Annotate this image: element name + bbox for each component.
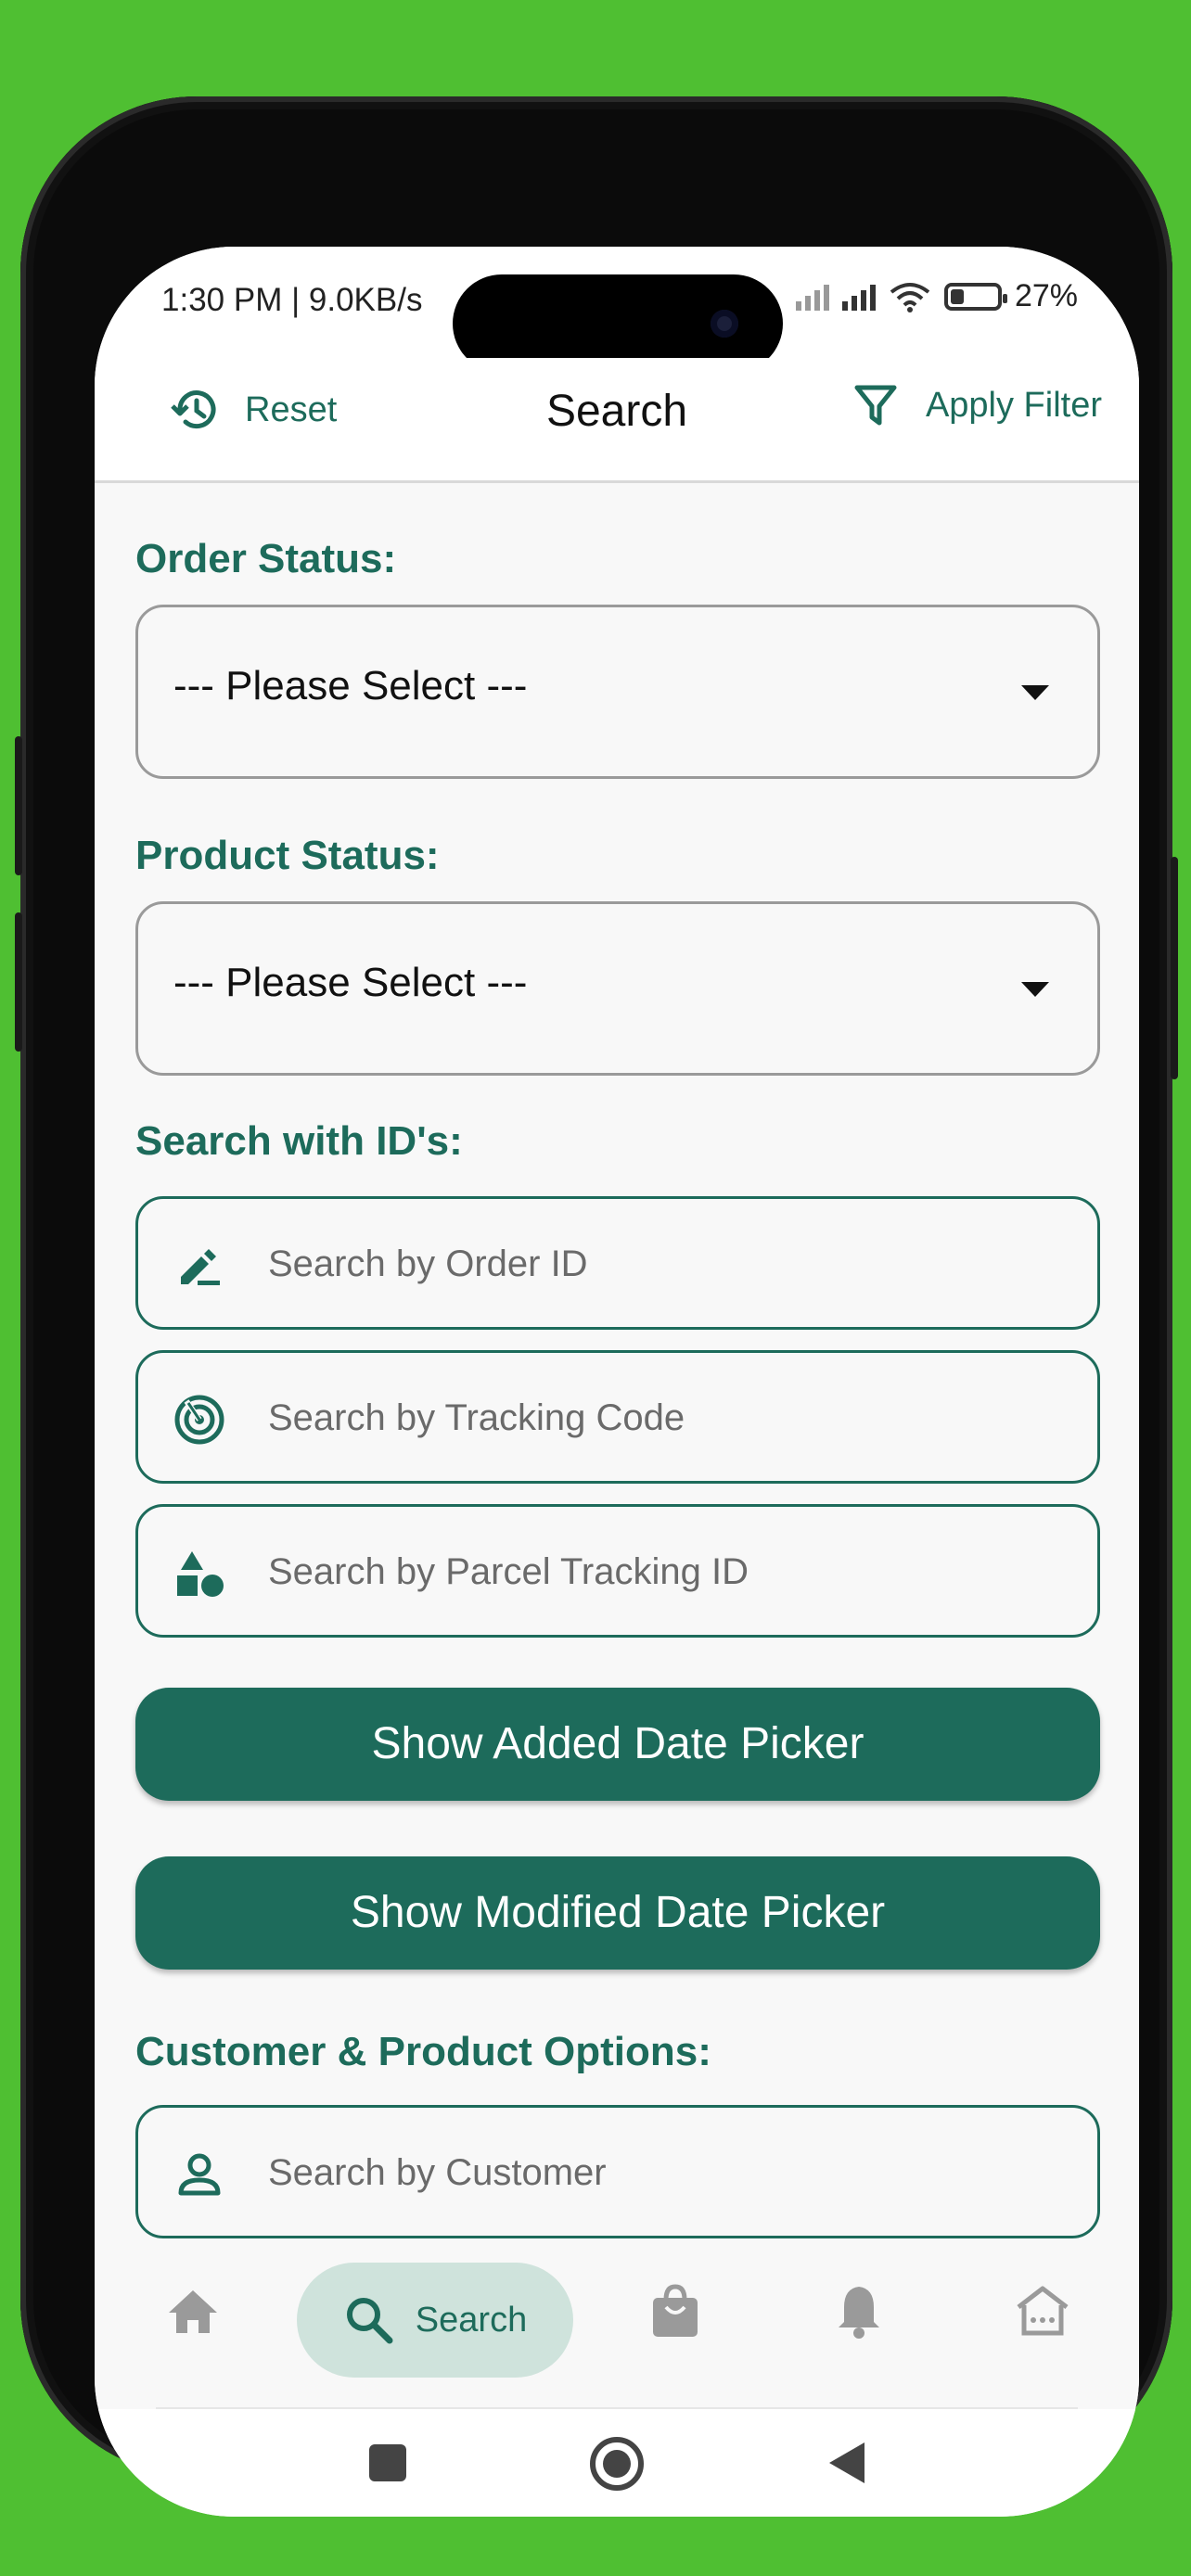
show-modified-date-picker-button[interactable]: Show Modified Date Picker: [135, 1856, 1100, 1970]
product-status-value: --- Please Select ---: [173, 960, 528, 1005]
nav-search-label: Search: [415, 2300, 528, 2340]
battery-level: 27%: [1014, 278, 1078, 313]
tracking-code-field[interactable]: [135, 1350, 1100, 1484]
camera-icon: [711, 310, 738, 338]
parcel-tracking-field[interactable]: [135, 1504, 1100, 1638]
edit-icon: [181, 1249, 220, 1285]
status-icons: 27%: [795, 278, 1078, 314]
screen: 1:30 PM | 9.0KB/s 27% Reset Search Apply…: [95, 247, 1139, 2517]
bottom-nav: Search: [95, 2242, 1139, 2405]
search-ids-label: Search with ID's:: [135, 1118, 463, 1164]
power-button: [1171, 857, 1178, 1079]
order-status-value: --- Please Select ---: [173, 663, 528, 708]
recent-apps-icon[interactable]: [367, 2442, 408, 2483]
show-added-date-picker-button[interactable]: Show Added Date Picker: [135, 1688, 1100, 1801]
search-icon: [346, 2298, 393, 2344]
store-icon[interactable]: [1013, 2281, 1072, 2340]
shapes-icon: [177, 1551, 224, 1597]
tracking-code-input[interactable]: [266, 1353, 1068, 1483]
home-icon[interactable]: [163, 2281, 223, 2340]
nav-search-tab[interactable]: Search: [297, 2263, 573, 2378]
apply-filter-button[interactable]: Apply Filter: [853, 382, 1102, 428]
wifi-icon: [890, 282, 930, 312]
signal-icon: [795, 283, 829, 311]
top-bar: Reset Search Apply Filter: [95, 358, 1139, 483]
volume-up-button: [15, 736, 22, 875]
product-status-dropdown[interactable]: --- Please Select ---: [135, 901, 1100, 1076]
order-status-dropdown[interactable]: --- Please Select ---: [135, 605, 1100, 779]
volume-down-button: [15, 912, 22, 1052]
chevron-down-icon: [1021, 685, 1049, 700]
bell-icon[interactable]: [829, 2281, 889, 2340]
status-time: 1:30 PM | 9.0KB/s: [161, 282, 423, 318]
customer-field[interactable]: [135, 2105, 1100, 2238]
battery-icon: [943, 282, 1007, 311]
customer-product-label: Customer & Product Options:: [135, 2029, 711, 2074]
product-status-label: Product Status:: [135, 833, 440, 878]
person-icon: [178, 2153, 221, 2196]
status-bar: 1:30 PM | 9.0KB/s 27%: [95, 247, 1139, 373]
system-nav-bar: [95, 2409, 1139, 2517]
back-icon[interactable]: [826, 2441, 868, 2485]
phone-frame: 1:30 PM | 9.0KB/s 27% Reset Search Apply…: [15, 96, 1178, 2517]
signal-icon: [841, 283, 876, 311]
radar-icon: [174, 1395, 224, 1445]
order-id-input[interactable]: [266, 1199, 1068, 1329]
chevron-down-icon: [1021, 982, 1049, 997]
home-circle-icon[interactable]: [588, 2435, 646, 2493]
parcel-tracking-input[interactable]: [266, 1507, 1068, 1637]
order-status-label: Order Status:: [135, 536, 397, 581]
order-id-field[interactable]: [135, 1196, 1100, 1330]
customer-input[interactable]: [266, 2108, 1068, 2238]
shopping-bag-icon[interactable]: [646, 2281, 705, 2340]
apply-filter-label: Apply Filter: [925, 385, 1102, 425]
filter-icon: [854, 385, 897, 426]
